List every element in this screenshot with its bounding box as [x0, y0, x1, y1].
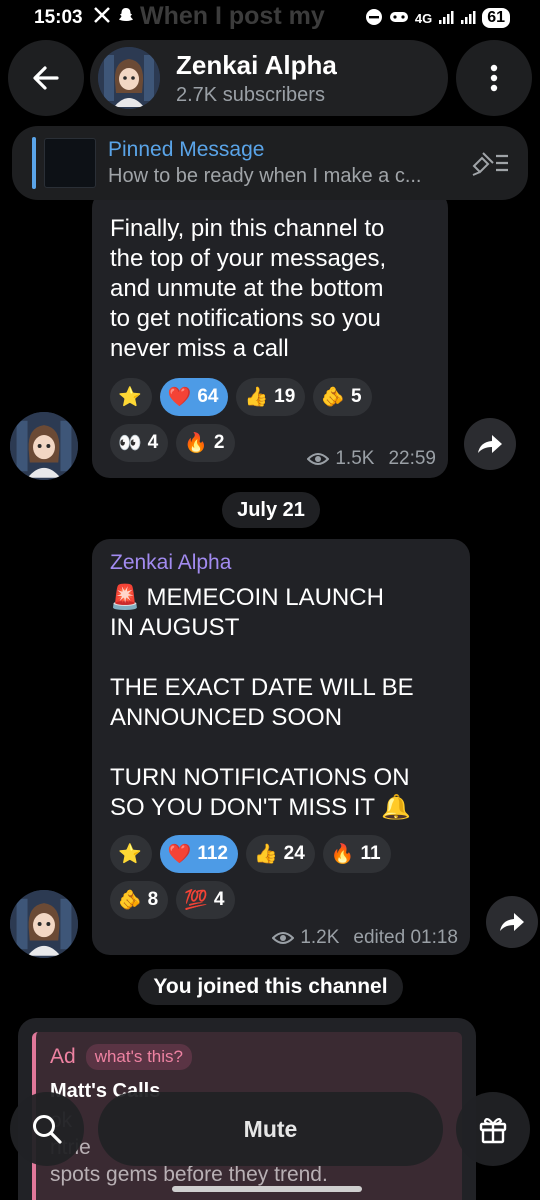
chat-header: Zenkai Alpha 2.7K subscribers: [0, 40, 540, 116]
reaction-thumbs-up[interactable]: 👍 19: [236, 378, 306, 416]
battery-indicator: 61: [482, 8, 510, 28]
home-indicator[interactable]: [172, 1186, 362, 1192]
gift-icon: [479, 1117, 507, 1144]
pinned-indicator: [32, 137, 36, 189]
pinned-preview: How to be ready when I make a c...: [108, 165, 422, 187]
snapchat-icon: [117, 6, 135, 30]
reaction-pointing[interactable]: 🫵 8: [110, 881, 169, 919]
avatar: [98, 47, 160, 109]
message-time: 22:59: [388, 448, 436, 469]
pinned-list-icon[interactable]: [470, 148, 510, 183]
channel-name: Zenkai Alpha: [176, 49, 337, 80]
background-message-text: When I post my: [140, 2, 325, 30]
share-arrow-icon: [478, 435, 502, 453]
whats-this-button[interactable]: what's this?: [85, 1044, 192, 1070]
eye-icon: [272, 932, 295, 944]
reactions: ⭐ ❤️ 112 👍 24 🔥 11 🫵 8 💯 4: [110, 835, 452, 919]
dnd-icon: [365, 8, 383, 29]
search-icon: [33, 1115, 62, 1144]
reaction-pointing[interactable]: 🫵 5: [313, 378, 372, 416]
x-logo-icon: [93, 6, 111, 30]
message-bubble[interactable]: Zenkai Alpha 🚨 MEMECOIN LAUNCH IN AUGUST…: [92, 539, 470, 955]
view-count: 1.5K: [335, 448, 375, 469]
gift-button[interactable]: [456, 1092, 530, 1166]
more-options-button[interactable]: [456, 40, 532, 116]
reaction-fire[interactable]: 🔥 11: [322, 835, 391, 873]
reaction-fire[interactable]: 🔥 2: [176, 424, 235, 462]
pinned-thumbnail: [44, 138, 96, 188]
date-divider: July 21: [222, 492, 320, 528]
reaction-thumbs-up[interactable]: 👍 24: [246, 835, 315, 873]
signal-icon: [460, 9, 476, 28]
reaction-star[interactable]: ⭐: [110, 835, 152, 873]
signal-icon: [438, 9, 454, 28]
game-icon: [389, 9, 409, 28]
forward-button[interactable]: [464, 418, 516, 470]
avatar[interactable]: [10, 412, 78, 480]
reaction-heart[interactable]: ❤️ 112: [159, 835, 238, 873]
forward-button[interactable]: [486, 896, 538, 948]
channel-title-button[interactable]: Zenkai Alpha 2.7K subscribers: [90, 40, 448, 116]
reaction-star[interactable]: ⭐: [110, 378, 152, 416]
signal-4g-icon: 4G: [414, 10, 433, 26]
bottom-bar: Mute: [0, 1090, 540, 1170]
status-bar: 15:03 4G 61 When I post my: [0, 0, 540, 36]
message-meta: 1.2K edited 01:18: [272, 927, 458, 949]
back-button[interactable]: [8, 40, 84, 116]
message-bubble[interactable]: Finally, pin this channel to the top of …: [92, 190, 448, 478]
clock: 15:03: [34, 7, 83, 28]
reaction-hundred[interactable]: 💯 4: [176, 881, 235, 919]
share-arrow-icon: [500, 913, 524, 931]
message-text: 🚨 MEMECOIN LAUNCH IN AUGUST THE EXACT DA…: [110, 584, 414, 821]
search-button[interactable]: [10, 1092, 84, 1166]
system-message: You joined this channel: [138, 969, 403, 1005]
reaction-heart[interactable]: ❤️ 64: [159, 378, 229, 416]
message-meta: 1.5K 22:59: [307, 448, 436, 470]
avatar[interactable]: [10, 890, 78, 958]
subscriber-count: 2.7K subscribers: [176, 83, 325, 106]
more-vertical-icon: [490, 64, 498, 92]
pinned-label: Pinned Message: [108, 138, 265, 161]
eye-icon: [307, 453, 330, 465]
reaction-eyes[interactable]: 👀 4: [110, 424, 169, 462]
message-time: edited 01:18: [353, 927, 458, 948]
message-text: Finally, pin this channel to the top of …: [110, 215, 387, 362]
arrow-left-icon: [33, 66, 59, 90]
pinned-message-bar[interactable]: Pinned Message How to be ready when I ma…: [12, 126, 528, 200]
mute-button[interactable]: Mute: [98, 1092, 443, 1166]
ad-label: Ad: [50, 1045, 76, 1068]
view-count: 1.2K: [300, 927, 340, 948]
sender-name: Zenkai Alpha: [110, 551, 232, 574]
